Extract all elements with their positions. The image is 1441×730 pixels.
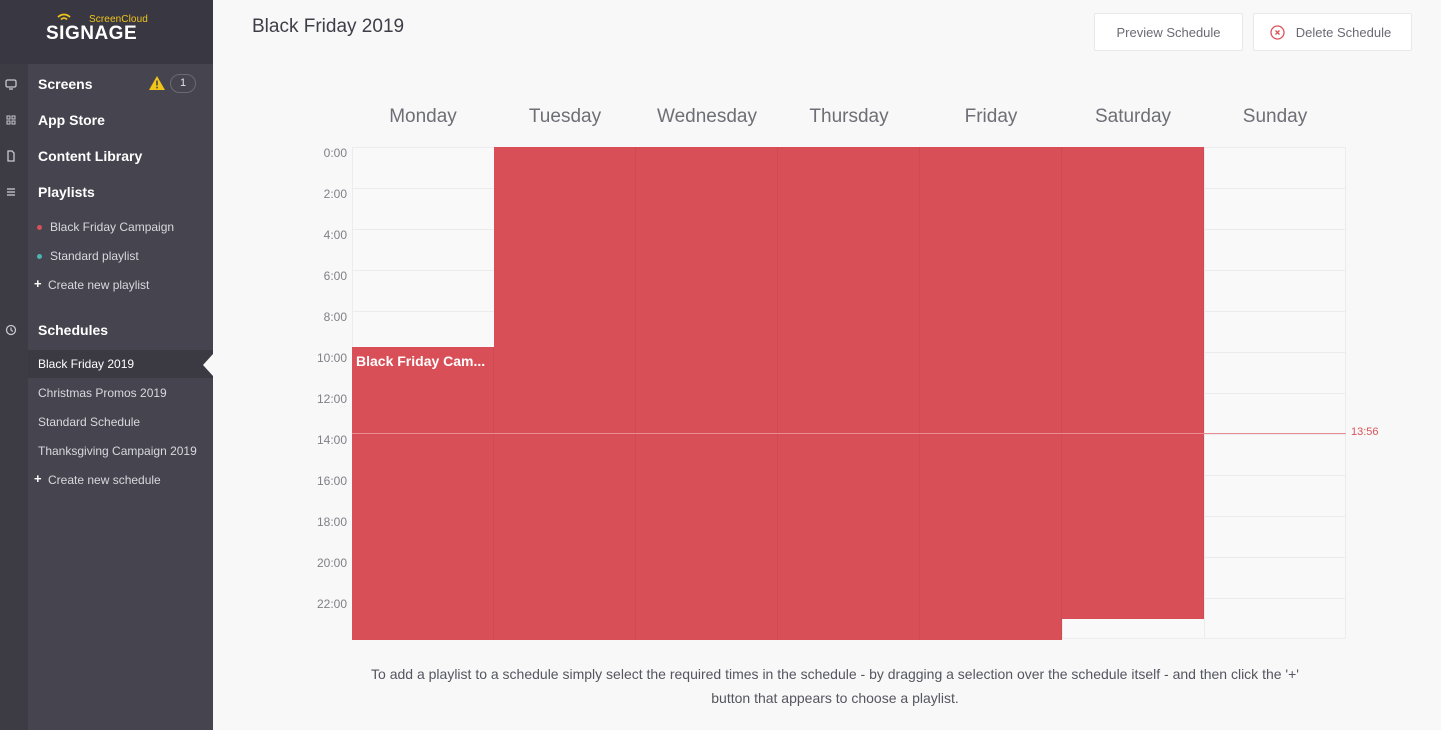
time-label: 4:00: [323, 228, 347, 242]
page-title: Black Friday 2019: [252, 16, 405, 37]
time-label: 16:00: [316, 474, 347, 488]
sidebar-item-app-store[interactable]: App Store: [0, 106, 213, 134]
playlist-color-dot: [37, 254, 42, 259]
clock-icon: [5, 324, 17, 336]
grid-icon: [6, 115, 16, 125]
schedule-label: Thanksgiving Campaign 2019: [38, 444, 197, 458]
schedule-item-black-friday-2019[interactable]: Black Friday 2019: [28, 350, 213, 378]
sidebar-item-label: Screens: [38, 76, 93, 92]
schedule-block-friday[interactable]: [920, 147, 1062, 640]
schedule-block-tuesday[interactable]: [494, 147, 636, 640]
sidebar-item-label: App Store: [38, 112, 105, 128]
playlist-color-dot: [37, 225, 42, 230]
time-label: 12:00: [316, 392, 347, 406]
time-label: 8:00: [323, 310, 347, 324]
logo-brand-main: SIGNAGE: [46, 23, 138, 44]
plus-icon: +: [34, 276, 42, 291]
sidebar-item-playlists[interactable]: Playlists: [0, 178, 213, 206]
sidebar-item-schedules[interactable]: Schedules: [0, 316, 213, 344]
screens-count-badge: 1: [170, 74, 196, 93]
time-label: 14:00: [316, 433, 347, 447]
schedule-block-thursday[interactable]: [778, 147, 920, 640]
plus-icon: +: [34, 471, 42, 486]
help-text: To add a playlist to a schedule simply s…: [371, 666, 1299, 706]
schedule-label: Standard Schedule: [38, 415, 141, 429]
create-playlist-link[interactable]: + Create new playlist: [28, 271, 213, 299]
list-icon: [7, 188, 15, 196]
logo[interactable]: ScreenCloud SIGNAGE: [0, 0, 213, 64]
day-header-sunday: Sunday: [1242, 106, 1308, 127]
day-header-wednesday: Wednesday: [657, 106, 757, 127]
wifi-icon: [57, 13, 71, 21]
sidebar-item-label: Playlists: [38, 184, 95, 200]
day-header-tuesday: Tuesday: [528, 106, 602, 127]
schedule-item-christmas-promos-2019[interactable]: Christmas Promos 2019: [28, 379, 213, 407]
schedule-block-monday[interactable]: Black Friday Cam...: [352, 346, 494, 640]
schedule-label: Christmas Promos 2019: [38, 386, 167, 400]
time-label: 0:00: [323, 146, 347, 160]
sidebar-item-label: Schedules: [38, 322, 109, 338]
time-label: 20:00: [316, 556, 347, 570]
preview-schedule-button[interactable]: Preview Schedule: [1094, 13, 1243, 51]
create-schedule-label: Create new schedule: [48, 473, 161, 487]
schedule-item-standard-schedule[interactable]: Standard Schedule: [28, 408, 213, 436]
time-label: 2:00: [323, 187, 347, 201]
time-label: 18:00: [316, 515, 347, 529]
day-header-thursday: Thursday: [809, 106, 889, 127]
time-label: 6:00: [323, 269, 347, 283]
time-label: 22:00: [316, 597, 347, 611]
create-playlist-label: Create new playlist: [48, 278, 150, 292]
playlist-item-standard[interactable]: Standard playlist: [28, 242, 213, 270]
schedule-block-label: Black Friday Cam...: [356, 352, 486, 369]
schedule-block-wednesday[interactable]: [636, 147, 778, 640]
close-circle-icon: [1270, 25, 1285, 40]
sidebar-item-label: Content Library: [38, 148, 143, 164]
delete-schedule-label: Delete Schedule: [1295, 24, 1392, 40]
current-time-line: [352, 432, 1346, 434]
file-icon: [7, 150, 15, 162]
schedule-grid[interactable]: Black Friday Cam...: [352, 147, 1346, 640]
active-indicator: [203, 354, 213, 376]
create-schedule-link[interactable]: + Create new schedule: [28, 466, 213, 494]
playlist-item-black-friday[interactable]: Black Friday Campaign: [28, 213, 213, 241]
monitor-icon: [5, 79, 17, 90]
time-label: 10:00: [316, 351, 347, 365]
schedule-item-thanksgiving-2019[interactable]: Thanksgiving Campaign 2019: [28, 437, 213, 465]
sidebar: ScreenCloud SIGNAGE Screens 1 App Store …: [0, 0, 213, 730]
schedule-label: Black Friday 2019: [38, 357, 135, 371]
day-header-saturday: Saturday: [1094, 106, 1172, 127]
schedule-block-saturday[interactable]: [1062, 147, 1204, 619]
day-header-monday: Monday: [389, 106, 457, 127]
sidebar-item-content-library[interactable]: Content Library: [0, 142, 213, 170]
playlist-label: Standard playlist: [50, 249, 139, 263]
playlist-label: Black Friday Campaign: [50, 220, 175, 234]
grid-day-line: [1204, 148, 1205, 638]
warning-icon: [149, 76, 165, 90]
delete-schedule-button[interactable]: Delete Schedule: [1253, 13, 1412, 51]
current-time-label: 13:56: [1351, 425, 1379, 438]
day-header-friday: Friday: [964, 106, 1018, 127]
